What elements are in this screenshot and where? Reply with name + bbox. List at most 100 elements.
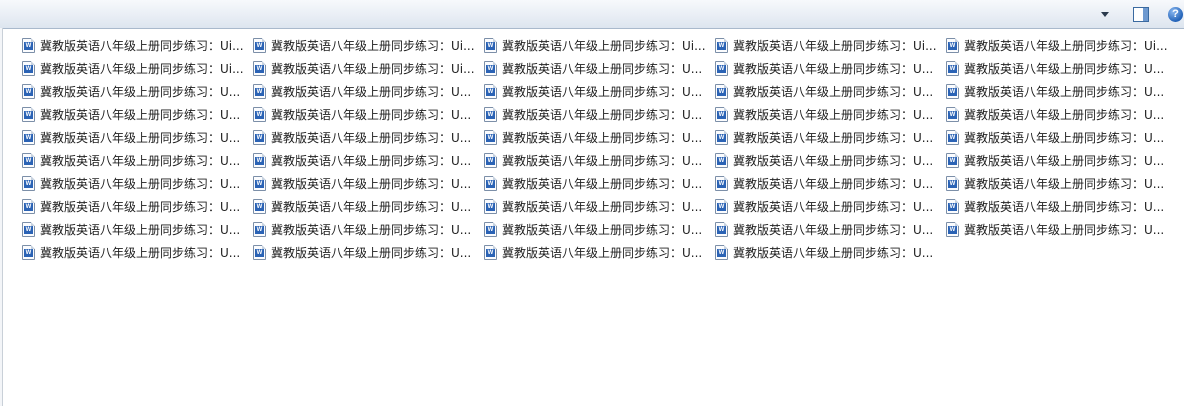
word-document-icon [946, 83, 959, 99]
file-item[interactable]: 冀教版英语八年级上册同步练习：U... [715, 58, 941, 78]
word-document-icon [946, 60, 959, 76]
file-item[interactable]: 冀教版英语八年级上册同步练习：U... [253, 150, 479, 170]
file-name: 冀教版英语八年级上册同步练习：U... [40, 153, 241, 168]
file-item[interactable]: 冀教版英语八年级上册同步练习：Ui... [22, 35, 248, 55]
file-item[interactable]: 冀教版英语八年级上册同步练习：Ui... [253, 58, 479, 78]
file-item[interactable]: 冀教版英语八年级上册同步练习：U... [22, 150, 248, 170]
change-view-button[interactable] [1079, 4, 1115, 24]
word-document-icon [22, 198, 35, 214]
file-item[interactable]: 冀教版英语八年级上册同步练习：U... [22, 173, 248, 193]
word-document-icon [22, 106, 35, 122]
file-item[interactable]: 冀教版英语八年级上册同步练习：U... [253, 81, 479, 101]
preview-pane-button[interactable] [1133, 4, 1153, 24]
file-name: 冀教版英语八年级上册同步练习：Ui... [40, 61, 244, 76]
word-document-icon [946, 129, 959, 145]
file-name: 冀教版英语八年级上册同步练习：Ui... [271, 38, 475, 53]
file-item[interactable]: 冀教版英语八年级上册同步练习：Ui... [946, 35, 1172, 55]
word-document-icon [715, 106, 728, 122]
file-item[interactable]: 冀教版英语八年级上册同步练习：U... [22, 242, 248, 262]
file-item[interactable]: 冀教版英语八年级上册同步练习：U... [715, 196, 941, 216]
file-name: 冀教版英语八年级上册同步练习：U... [733, 107, 934, 122]
word-document-icon [484, 152, 497, 168]
file-item[interactable]: 冀教版英语八年级上册同步练习：U... [715, 242, 941, 262]
word-document-icon [253, 37, 266, 53]
file-name: 冀教版英语八年级上册同步练习：U... [964, 84, 1165, 99]
file-item[interactable]: 冀教版英语八年级上册同步练习：U... [22, 127, 248, 147]
file-name: 冀教版英语八年级上册同步练习：U... [733, 84, 934, 99]
help-button[interactable]: ? [1168, 4, 1184, 24]
file-name: 冀教版英语八年级上册同步练习：U... [271, 245, 472, 260]
file-item[interactable]: 冀教版英语八年级上册同步练习：U... [484, 196, 710, 216]
file-item[interactable]: 冀教版英语八年级上册同步练习：U... [22, 219, 248, 239]
file-name: 冀教版英语八年级上册同步练习：U... [964, 199, 1165, 214]
file-name: 冀教版英语八年级上册同步练习：U... [502, 245, 703, 260]
file-item[interactable]: 冀教版英语八年级上册同步练习：Ui... [484, 35, 710, 55]
file-item[interactable]: 冀教版英语八年级上册同步练习：U... [715, 219, 941, 239]
file-item[interactable]: 冀教版英语八年级上册同步练习：U... [484, 173, 710, 193]
file-item[interactable]: 冀教版英语八年级上册同步练习：U... [946, 104, 1172, 124]
word-document-icon [946, 198, 959, 214]
file-item[interactable]: 冀教版英语八年级上册同步练习：U... [484, 242, 710, 262]
file-item[interactable]: 冀教版英语八年级上册同步练习：U... [946, 58, 1172, 78]
file-name: 冀教版英语八年级上册同步练习：U... [964, 107, 1165, 122]
word-document-icon [484, 129, 497, 145]
file-item[interactable]: 冀教版英语八年级上册同步练习：U... [253, 127, 479, 147]
word-document-icon [484, 37, 497, 53]
file-name: 冀教版英语八年级上册同步练习：Ui... [271, 61, 475, 76]
file-item[interactable]: 冀教版英语八年级上册同步练习：U... [484, 58, 710, 78]
file-item[interactable]: 冀教版英语八年级上册同步练习：U... [946, 127, 1172, 147]
file-item[interactable]: 冀教版英语八年级上册同步练习：U... [946, 150, 1172, 170]
file-name: 冀教版英语八年级上册同步练习：U... [502, 84, 703, 99]
file-item[interactable]: 冀教版英语八年级上册同步练习：U... [22, 81, 248, 101]
word-document-icon [484, 221, 497, 237]
file-item[interactable]: 冀教版英语八年级上册同步练习：U... [253, 196, 479, 216]
file-name: 冀教版英语八年级上册同步练习：U... [502, 153, 703, 168]
command-toolbar: ? [0, 0, 1184, 29]
chevron-down-icon[interactable] [1101, 11, 1109, 17]
file-item[interactable]: 冀教版英语八年级上册同步练习：U... [22, 104, 248, 124]
file-item[interactable]: 冀教版英语八年级上册同步练习：U... [253, 242, 479, 262]
file-name: 冀教版英语八年级上册同步练习：U... [502, 107, 703, 122]
file-item[interactable]: 冀教版英语八年级上册同步练习：U... [946, 219, 1172, 239]
word-document-icon [715, 221, 728, 237]
file-item[interactable]: 冀教版英语八年级上册同步练习：U... [484, 219, 710, 239]
word-document-icon [22, 129, 35, 145]
file-name: 冀教版英语八年级上册同步练习：U... [40, 84, 241, 99]
file-name: 冀教版英语八年级上册同步练习：U... [733, 199, 934, 214]
file-item[interactable]: 冀教版英语八年级上册同步练习：U... [484, 127, 710, 147]
file-name: 冀教版英语八年级上册同步练习：U... [733, 130, 934, 145]
file-name: 冀教版英语八年级上册同步练习：U... [733, 61, 934, 76]
file-item[interactable]: 冀教版英语八年级上册同步练习：U... [715, 127, 941, 147]
file-item[interactable]: 冀教版英语八年级上册同步练习：Ui... [715, 35, 941, 55]
file-item[interactable]: 冀教版英语八年级上册同步练习：U... [253, 173, 479, 193]
file-item[interactable]: 冀教版英语八年级上册同步练习：U... [484, 81, 710, 101]
file-item[interactable]: 冀教版英语八年级上册同步练习：U... [946, 173, 1172, 193]
file-item[interactable]: 冀教版英语八年级上册同步练习：U... [484, 150, 710, 170]
file-item[interactable]: 冀教版英语八年级上册同步练习：U... [715, 81, 941, 101]
file-item[interactable]: 冀教版英语八年级上册同步练习：U... [253, 219, 479, 239]
word-document-icon [253, 129, 266, 145]
file-item[interactable]: 冀教版英语八年级上册同步练习：U... [715, 173, 941, 193]
file-item[interactable]: 冀教版英语八年级上册同步练习：U... [253, 104, 479, 124]
word-document-icon [484, 60, 497, 76]
file-item[interactable]: 冀教版英语八年级上册同步练习：U... [715, 104, 941, 124]
file-item[interactable]: 冀教版英语八年级上册同步练习：U... [946, 196, 1172, 216]
file-name: 冀教版英语八年级上册同步练习：U... [733, 176, 934, 191]
word-document-icon [946, 175, 959, 191]
word-document-icon [22, 83, 35, 99]
file-item[interactable]: 冀教版英语八年级上册同步练习：U... [946, 81, 1172, 101]
word-document-icon [946, 152, 959, 168]
word-document-icon [484, 83, 497, 99]
file-item[interactable]: 冀教版英语八年级上册同步练习：U... [715, 150, 941, 170]
file-item[interactable]: 冀教版英语八年级上册同步练习：Ui... [253, 35, 479, 55]
file-item[interactable]: 冀教版英语八年级上册同步练习：U... [484, 104, 710, 124]
file-item[interactable]: 冀教版英语八年级上册同步练习：U... [22, 196, 248, 216]
file-item[interactable]: 冀教版英语八年级上册同步练习：Ui... [22, 58, 248, 78]
word-document-icon [715, 175, 728, 191]
file-name: 冀教版英语八年级上册同步练习：U... [271, 84, 472, 99]
file-name: 冀教版英语八年级上册同步练习：U... [964, 222, 1165, 237]
file-name: 冀教版英语八年级上册同步练习：U... [40, 130, 241, 145]
word-document-icon [253, 106, 266, 122]
grid-view-icon [1079, 6, 1095, 22]
word-document-icon [484, 175, 497, 191]
